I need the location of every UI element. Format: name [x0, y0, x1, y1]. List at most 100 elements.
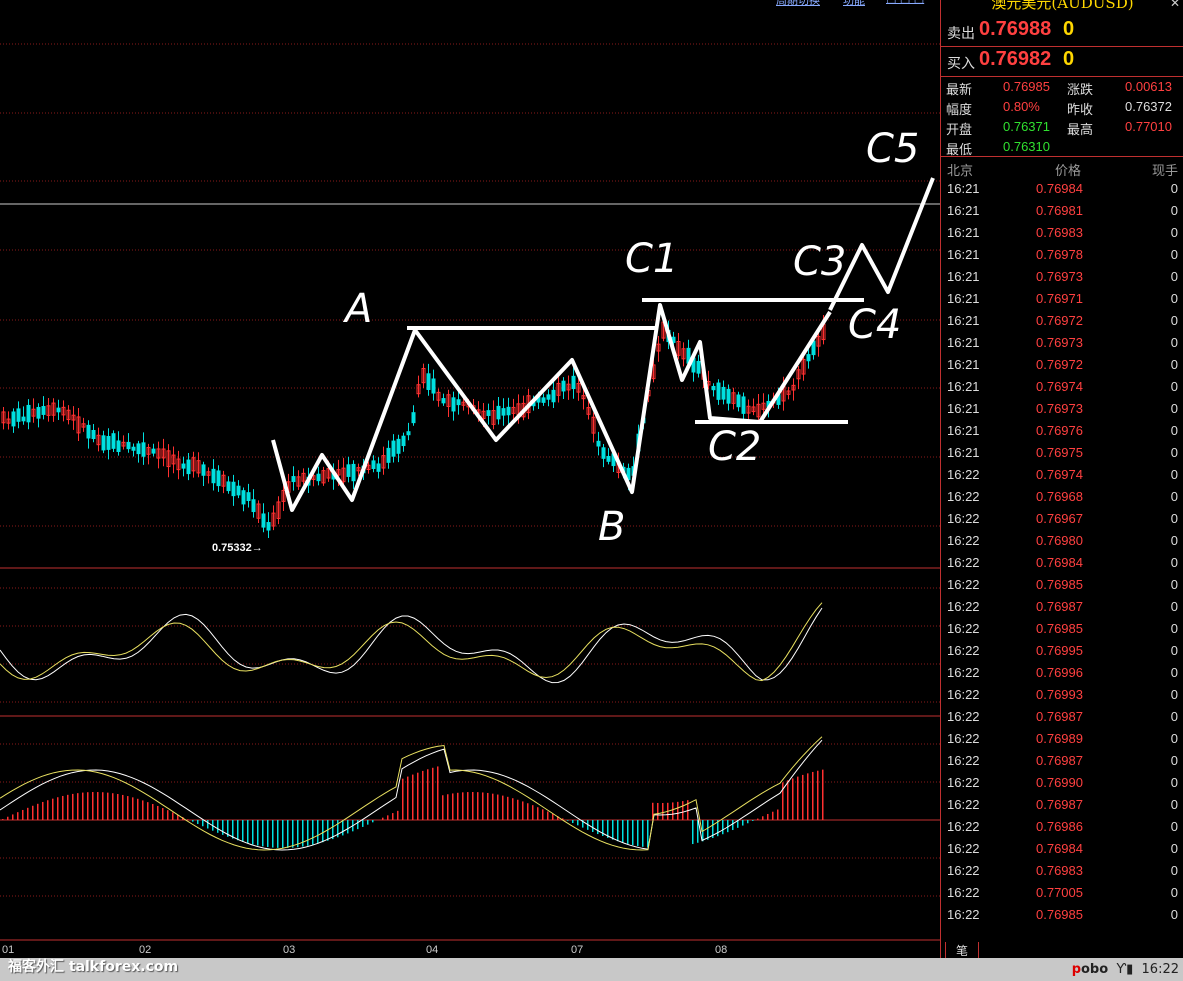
- tick-row[interactable]: 16:21 0.76981 0: [941, 203, 1183, 225]
- tick-row[interactable]: 16:22 0.76974 0: [941, 467, 1183, 489]
- sell-quote-row[interactable]: 卖出 0.76988 0: [941, 16, 1183, 47]
- tick-row[interactable]: 16:21 0.76984 0: [941, 181, 1183, 203]
- candle-body: [236, 485, 241, 496]
- candle-body: [26, 404, 31, 423]
- macd-bar: [482, 792, 484, 820]
- macd-bar: [657, 802, 659, 820]
- candle-body: [456, 399, 461, 406]
- watermark: 福客外汇 talkforex.com: [8, 959, 179, 975]
- macd-bar: [707, 820, 709, 840]
- tick-row[interactable]: 16:22 0.76968 0: [941, 489, 1183, 511]
- candle-body: [141, 442, 146, 457]
- macd-bar: [497, 794, 499, 820]
- tick-time: 16:21: [947, 335, 980, 350]
- tick-row[interactable]: 16:21 0.76973 0: [941, 401, 1183, 423]
- candle-body: [696, 360, 701, 374]
- tick-time: 16:22: [947, 709, 980, 724]
- candle-body: [401, 435, 406, 447]
- macd-bar: [642, 820, 644, 847]
- tick-row[interactable]: 16:22 0.76989 0: [941, 731, 1183, 753]
- macd-bar: [637, 820, 639, 847]
- macd-bar: [397, 810, 399, 820]
- macd-bar: [122, 794, 124, 820]
- tick-row[interactable]: 16:22 0.76996 0: [941, 665, 1183, 687]
- tick-row[interactable]: 16:22 0.76985 0: [941, 621, 1183, 643]
- tick-row[interactable]: 16:21 0.76972 0: [941, 357, 1183, 379]
- tick-time: 16:22: [947, 467, 980, 482]
- candle-body: [316, 473, 321, 482]
- tick-row[interactable]: 16:22 0.76987 0: [941, 797, 1183, 819]
- tick-row[interactable]: 16:22 0.76984 0: [941, 555, 1183, 577]
- tick-volume: 0: [1170, 775, 1178, 790]
- tick-volume: 0: [1170, 577, 1178, 592]
- tick-row[interactable]: 16:21 0.76978 0: [941, 247, 1183, 269]
- tick-row[interactable]: 16:21 0.76975 0: [941, 445, 1183, 467]
- tick-price: 0.76973: [1036, 401, 1083, 416]
- candlestick-chart[interactable]: A B C1 C2 C3C4 C5: [0, 0, 940, 958]
- tick-row[interactable]: 16:22 0.77005 0: [941, 885, 1183, 907]
- tick-row[interactable]: 16:22 0.76995 0: [941, 643, 1183, 665]
- stat-label: 涨跌: [1067, 82, 1094, 97]
- tick-row[interactable]: 16:22 0.76986 0: [941, 819, 1183, 841]
- macd-bar: [617, 820, 619, 842]
- candle-body: [16, 408, 21, 422]
- tick-row[interactable]: 16:21 0.76973 0: [941, 335, 1183, 357]
- tick-row[interactable]: 16:22 0.76967 0: [941, 511, 1183, 533]
- tick-row[interactable]: 16:22 0.76990 0: [941, 775, 1183, 797]
- macd-bar: [277, 820, 279, 848]
- tick-row[interactable]: 16:21 0.76976 0: [941, 423, 1183, 445]
- quote-panel: 澳元美元(AUDUSD) ✕ 卖出 0.76988 0 买入 0.76982 0…: [940, 0, 1183, 959]
- tick-time: 16:22: [947, 907, 980, 922]
- tick-time: 16:21: [947, 445, 980, 460]
- tick-time: 16:21: [947, 357, 980, 372]
- tick-row[interactable]: 16:21 0.76983 0: [941, 225, 1183, 247]
- tick-row[interactable]: 16:21 0.76971 0: [941, 291, 1183, 313]
- macd-bar: [697, 820, 699, 843]
- tick-row[interactable]: 16:21 0.76973 0: [941, 269, 1183, 291]
- stoch-k-line: [0, 607, 823, 684]
- macd-bar: [147, 802, 149, 820]
- candle-body: [441, 398, 446, 404]
- macd-bar: [527, 803, 529, 820]
- tick-row[interactable]: 16:22 0.76985 0: [941, 907, 1183, 929]
- tick-row[interactable]: 16:22 0.76993 0: [941, 687, 1183, 709]
- macd-bar: [492, 793, 494, 820]
- buy-quote-row[interactable]: 买入 0.76982 0: [941, 46, 1183, 77]
- time-column-header: 北京: [947, 164, 974, 179]
- candle-body: [716, 382, 721, 400]
- candle-body: [251, 499, 256, 513]
- low-price-marker: 0.75332→: [212, 542, 263, 554]
- tick-time: 16:22: [947, 621, 980, 636]
- macd-bar: [612, 820, 614, 840]
- macd-bar: [107, 792, 109, 820]
- tick-row[interactable]: 16:22 0.76987 0: [941, 753, 1183, 775]
- tick-row[interactable]: 16:22 0.76987 0: [941, 599, 1183, 621]
- annotation-label: A: [342, 286, 372, 332]
- tick-row[interactable]: 16:22 0.76983 0: [941, 863, 1183, 885]
- tick-volume: 0: [1170, 357, 1178, 372]
- tick-row[interactable]: 16:22 0.76980 0: [941, 533, 1183, 555]
- tick-volume: 0: [1170, 489, 1178, 504]
- macd-bar: [7, 816, 9, 820]
- price-chart-area[interactable]: 周期切换 功能 □ □ □ ABC1C2C3C4C5 0.75332→ 01 0…: [0, 0, 940, 958]
- macd-bar: [37, 803, 39, 820]
- candle-body: [721, 386, 726, 400]
- tick-row[interactable]: 16:22 0.76985 0: [941, 577, 1183, 599]
- tab-ticks[interactable]: 笔: [945, 942, 979, 959]
- macd-bar: [322, 820, 324, 843]
- tick-row[interactable]: 16:22 0.76987 0: [941, 709, 1183, 731]
- macd-bar: [462, 792, 464, 820]
- tick-volume: 0: [1170, 885, 1178, 900]
- tick-volume: 0: [1170, 709, 1178, 724]
- stat-label: 开盘: [946, 122, 973, 137]
- tick-row[interactable]: 16:21 0.76974 0: [941, 379, 1183, 401]
- tick-row[interactable]: 16:21 0.76972 0: [941, 313, 1183, 335]
- close-icon[interactable]: ✕: [1170, 0, 1180, 10]
- candle-body: [406, 431, 411, 436]
- tick-price: 0.77005: [1036, 885, 1083, 900]
- tick-row[interactable]: 16:22 0.76984 0: [941, 841, 1183, 863]
- tick-time: 16:22: [947, 533, 980, 548]
- tick-price: 0.76987: [1036, 599, 1083, 614]
- macd-bar: [252, 820, 254, 845]
- macd-bar: [822, 769, 824, 820]
